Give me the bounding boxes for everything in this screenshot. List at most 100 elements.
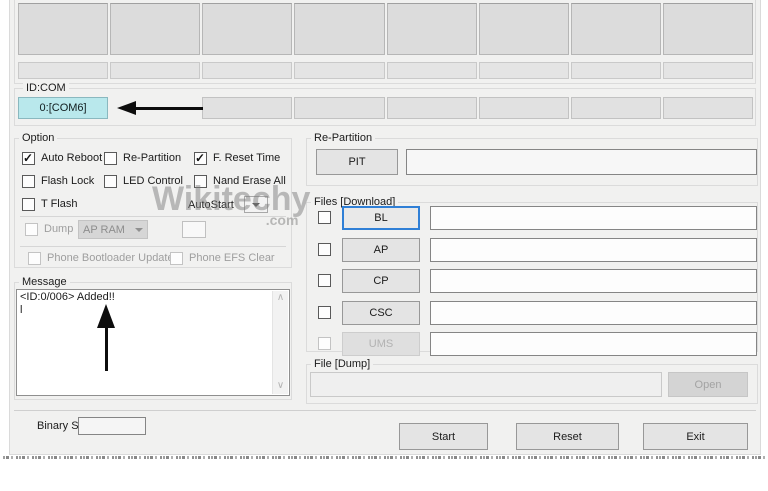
checkbox-icon[interactable] (22, 175, 35, 188)
arrow-head (97, 304, 115, 328)
checkbox-icon[interactable] (22, 152, 35, 165)
scroll-up-icon[interactable] (273, 291, 288, 306)
status-box-row (18, 3, 753, 55)
checkbox-t-flash[interactable]: T Flash (22, 197, 77, 211)
dump-size-field (182, 221, 206, 238)
bl-checkbox[interactable] (318, 211, 331, 224)
checkbox-label: Nand Erase All (213, 175, 286, 187)
com-port-slot (294, 97, 384, 119)
scroll-down-icon[interactable] (273, 379, 288, 394)
arrow-line (105, 327, 108, 371)
checkbox-label: Auto Reboot (41, 152, 102, 164)
checkbox-dump: Dump (25, 222, 73, 236)
ap-checkbox[interactable] (318, 243, 331, 256)
status-box (110, 3, 200, 55)
cp-button[interactable]: CP (342, 269, 420, 293)
progress-bar (294, 62, 384, 79)
checkbox-label: T Flash (41, 198, 77, 210)
com-port-slot (479, 97, 569, 119)
annotation-arrow-left-icon (117, 101, 205, 115)
separator (20, 216, 286, 217)
bl-file-field[interactable] (430, 206, 757, 230)
checkbox-label: Flash Lock (41, 175, 94, 187)
com-port-slot (202, 97, 292, 119)
ap-file-field[interactable] (430, 238, 757, 262)
ums-button: UMS (342, 332, 420, 356)
com-port-slot-active: 0:[COM6] (18, 97, 108, 119)
checkbox-label: Phone EFS Clear (189, 252, 275, 264)
progress-bar (479, 62, 569, 79)
checkbox-phone-efs-clear: Phone EFS Clear (170, 251, 275, 265)
status-box (571, 3, 661, 55)
checkbox-icon[interactable] (194, 175, 207, 188)
checkbox-icon (170, 252, 183, 265)
checkbox-f-reset-time[interactable]: F. Reset Time (194, 151, 280, 165)
separator (20, 246, 286, 247)
pit-button[interactable]: PIT (316, 149, 398, 175)
autostart-dropdown[interactable] (244, 196, 268, 213)
checkbox-icon[interactable] (22, 198, 35, 211)
ums-checkbox (318, 337, 331, 350)
dropdown-value: AP RAM (83, 224, 125, 236)
footer-separator (14, 410, 756, 411)
progress-bar-row (18, 62, 753, 79)
re-partition-group-label: Re-Partition (311, 132, 375, 145)
status-box (18, 3, 108, 55)
progress-bar (663, 62, 753, 79)
id-com-group-label: ID:COM (23, 82, 69, 95)
checkbox-flash-lock[interactable]: Flash Lock (22, 174, 94, 188)
message-line: <ID:0/006> Added!! (20, 291, 271, 304)
checkbox-label: LED Control (123, 175, 183, 187)
cp-file-field[interactable] (430, 269, 757, 293)
chevron-down-icon (252, 203, 260, 207)
csc-button[interactable]: CSC (342, 301, 420, 325)
chevron-down-icon (135, 228, 143, 232)
com-port-slot (387, 97, 477, 119)
odin-flash-tool-screenshot: ID:COM 0:[COM6] Option Auto Reboot Re-Pa… (0, 0, 768, 491)
checkbox-icon (25, 223, 38, 236)
checkbox-label: Phone Bootloader Update (47, 252, 174, 264)
com-port-slot (663, 97, 753, 119)
checkbox-icon[interactable] (194, 152, 207, 165)
text-cursor: l (20, 304, 271, 317)
message-scrollbar[interactable] (272, 291, 288, 394)
exit-button[interactable]: Exit (643, 423, 748, 450)
checkbox-label: F. Reset Time (213, 152, 280, 164)
compressed-text-strip (3, 456, 765, 459)
reset-button[interactable]: Reset (516, 423, 619, 450)
file-dump-group-label: File [Dump] (311, 358, 373, 371)
checkbox-auto-reboot[interactable]: Auto Reboot (22, 151, 102, 165)
ums-file-field[interactable] (430, 332, 757, 356)
status-box (294, 3, 384, 55)
checkbox-phone-bootloader-update: Phone Bootloader Update (28, 251, 174, 265)
progress-bar (18, 62, 108, 79)
status-box (663, 3, 753, 55)
status-box (479, 3, 569, 55)
csc-checkbox[interactable] (318, 306, 331, 319)
option-group-label: Option (19, 132, 57, 145)
dump-partition-dropdown: AP RAM (78, 220, 148, 239)
checkbox-led-control[interactable]: LED Control (104, 174, 183, 188)
cp-checkbox[interactable] (318, 274, 331, 287)
csc-file-field[interactable] (430, 301, 757, 325)
checkbox-re-partition[interactable]: Re-Partition (104, 151, 181, 165)
status-box (387, 3, 477, 55)
arrow-line (133, 107, 203, 110)
dump-file-field (310, 372, 662, 397)
checkbox-icon[interactable] (104, 175, 117, 188)
checkbox-label: Re-Partition (123, 152, 181, 164)
checkbox-nand-erase-all[interactable]: Nand Erase All (194, 174, 286, 188)
progress-bar (571, 62, 661, 79)
checkbox-icon (28, 252, 41, 265)
pit-file-field[interactable] (406, 149, 757, 175)
binary-size-field (78, 417, 146, 435)
message-group-label: Message (19, 276, 70, 289)
odin-window: ID:COM 0:[COM6] Option Auto Reboot Re-Pa… (10, 0, 760, 454)
checkbox-icon[interactable] (104, 152, 117, 165)
start-button[interactable]: Start (399, 423, 488, 450)
ap-button[interactable]: AP (342, 238, 420, 262)
message-log-text: <ID:0/006> Added!! l (20, 291, 271, 317)
checkbox-label: Dump (44, 223, 73, 235)
message-log[interactable]: <ID:0/006> Added!! l (16, 289, 290, 396)
bl-button[interactable]: BL (342, 206, 420, 230)
